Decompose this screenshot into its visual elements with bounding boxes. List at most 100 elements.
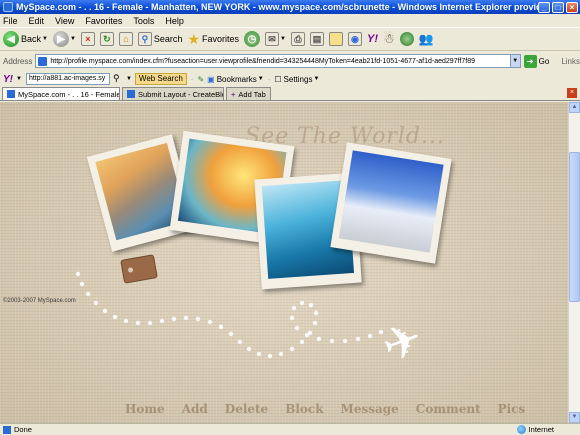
photo-image	[338, 150, 444, 253]
maximize-button[interactable]: □	[552, 1, 564, 13]
createblog-favicon	[127, 90, 135, 98]
forward-dropdown-icon[interactable]: ▼	[70, 36, 76, 42]
settings-icon: ☐	[274, 74, 282, 84]
back-dropdown-icon[interactable]: ▼	[42, 36, 48, 42]
scroll-up-icon[interactable]: ▲	[569, 102, 580, 113]
scroll-thumb[interactable]	[569, 152, 580, 302]
bookmarks-dropdown-icon[interactable]: ▼	[258, 76, 264, 82]
home-button[interactable]: ⌂	[118, 32, 133, 46]
tab-label: Submit Layout - CreateBlog	[138, 89, 224, 99]
bookmark-icon: ▣	[207, 74, 215, 84]
mail-icon: ✉	[265, 32, 280, 46]
status-text: Done	[14, 425, 32, 434]
address-input[interactable]: http://profile.myspace.com/index.cfm?fus…	[35, 54, 511, 68]
search-icon[interactable]: ⚲	[113, 73, 125, 85]
forward-arrow-icon: ▶	[52, 31, 69, 47]
links-button[interactable]: Links	[561, 57, 580, 66]
go-label: Go	[538, 56, 550, 66]
menu-bar: File Edit View Favorites Tools Help	[0, 14, 580, 27]
nav-comment-link[interactable]: Comment	[416, 402, 481, 416]
person-button[interactable]: ☃	[383, 31, 395, 47]
toolbar-divider: ·	[267, 74, 271, 84]
close-button[interactable]: ×	[566, 1, 578, 13]
go-button[interactable]: ➜ Go	[523, 54, 550, 68]
menu-file[interactable]: File	[3, 16, 18, 26]
ie-icon	[3, 2, 13, 12]
search-dropdown-icon[interactable]: ▼	[126, 76, 132, 82]
nav-block-link[interactable]: Block	[285, 402, 323, 416]
tab-bar: MySpace.com - . . 16 - Female - ... Subm…	[0, 87, 580, 101]
search-label: Search	[153, 34, 183, 44]
menu-favorites[interactable]: Favorites	[85, 16, 122, 26]
research-icon	[399, 32, 414, 46]
back-label: Back	[21, 34, 42, 44]
nav-pics-link[interactable]: Pics	[498, 402, 526, 416]
edit-page-icon: ▤	[309, 32, 324, 46]
folder-button[interactable]	[328, 32, 343, 46]
plus-icon: +	[231, 89, 236, 99]
globe-icon	[516, 425, 526, 434]
yahoo-toolbar: Y! ▼ http://a881.ac-images.sy ⚲ ▼ Web Se…	[0, 71, 580, 87]
print-icon: ⎙	[290, 32, 305, 46]
messenger-button[interactable]: ◉	[347, 32, 362, 46]
refresh-button[interactable]: ↻	[99, 32, 114, 46]
bookmarks-button[interactable]: Bookmarks	[217, 75, 257, 84]
security-zone: Internet	[516, 425, 554, 434]
forward-button[interactable]: ▶ ▼	[52, 31, 76, 47]
home-icon: ⌂	[118, 32, 133, 46]
nav-delete-link[interactable]: Delete	[225, 402, 268, 416]
yahoo-search-input[interactable]: http://a881.ac-images.sy	[25, 73, 110, 85]
window-title: MySpace.com - . . 16 - Female - Manhatte…	[16, 2, 538, 12]
web-search-button[interactable]: Web Search	[134, 73, 187, 85]
menu-tools[interactable]: Tools	[133, 16, 154, 26]
tab-createblog[interactable]: Submit Layout - CreateBlog	[122, 87, 224, 100]
zone-label: Internet	[528, 425, 554, 434]
toolbar-divider: ·	[190, 74, 194, 84]
window-controls: _ □ ×	[538, 1, 580, 13]
address-bar: Address http://profile.myspace.com/index…	[0, 52, 580, 70]
history-button[interactable]: ◷	[244, 31, 261, 47]
settings-button[interactable]: Settings	[284, 75, 313, 84]
add-tab-button[interactable]: + Add Tab	[226, 87, 271, 100]
yahoo-menu-icon[interactable]: Y!	[3, 74, 13, 85]
title-bar: MySpace.com - . . 16 - Female - Manhatte…	[0, 0, 580, 14]
favorites-button[interactable]: ★ Favorites	[187, 31, 239, 48]
page-icon	[38, 56, 48, 66]
back-button[interactable]: ◀ Back ▼	[3, 31, 48, 47]
menu-view[interactable]: View	[55, 16, 74, 26]
scroll-down-icon[interactable]: ▼	[569, 412, 580, 423]
address-label: Address	[3, 56, 33, 66]
research-button[interactable]	[399, 32, 414, 46]
go-arrow-icon: ➜	[523, 54, 537, 68]
mail-button[interactable]: ✉ ▼	[265, 32, 286, 46]
myspace-favicon	[7, 90, 15, 98]
add-tab-label: Add Tab	[238, 89, 266, 99]
nav-home-link[interactable]: Home	[125, 402, 165, 416]
copyright-text: ©2003-2007 MySpace.com	[3, 298, 76, 304]
yahoo-toolbar-button[interactable]: Y!	[367, 33, 378, 45]
minimize-button[interactable]: _	[538, 1, 550, 13]
stop-icon: ×	[80, 32, 95, 46]
print-button[interactable]: ⎙	[290, 32, 305, 46]
mail-dropdown-icon[interactable]: ▼	[280, 36, 286, 42]
edit-button[interactable]: ▤	[309, 32, 324, 46]
menu-edit[interactable]: Edit	[29, 16, 45, 26]
pencil-icon[interactable]: ✎	[197, 75, 204, 84]
nav-message-link[interactable]: Message	[341, 402, 399, 416]
search-icon: ⚲	[137, 32, 152, 46]
settings-dropdown-icon[interactable]: ▼	[313, 76, 319, 82]
favorites-label: Favorites	[202, 34, 240, 44]
menu-help[interactable]: Help	[165, 16, 184, 26]
contacts-button[interactable]: 👥	[419, 32, 434, 46]
close-tab-icon[interactable]: ×	[567, 88, 577, 98]
search-button[interactable]: ⚲ Search	[137, 32, 183, 46]
tab-myspace[interactable]: MySpace.com - . . 16 - Female - ...	[2, 87, 120, 100]
nav-add-link[interactable]: Add	[182, 402, 208, 416]
stop-button[interactable]: ×	[80, 32, 95, 46]
folder-icon	[328, 32, 343, 46]
page-content: See The World... ✈ ©2003-2007 MySpace.co…	[0, 102, 568, 423]
people-icon: 👥	[418, 32, 434, 46]
yahoo-menu-dropdown-icon[interactable]: ▼	[16, 76, 22, 82]
vertical-scrollbar[interactable]: ▲ ▼	[568, 102, 580, 423]
address-dropdown-icon[interactable]: ▼	[510, 54, 521, 68]
